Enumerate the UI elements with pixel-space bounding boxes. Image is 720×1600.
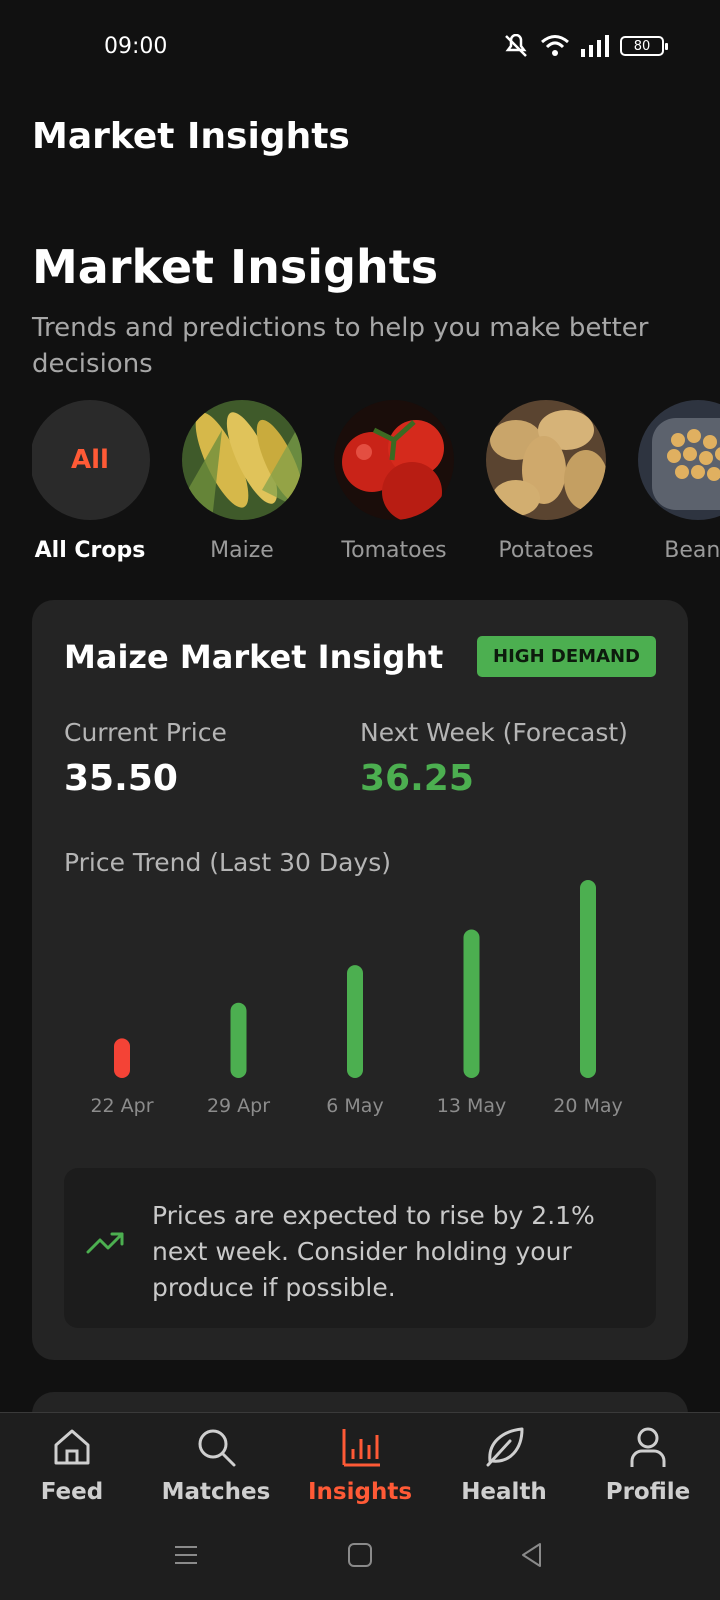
chart-x-tick-label: 29 Apr xyxy=(207,1095,270,1117)
crop-all-chip[interactable]: All xyxy=(32,400,150,520)
chart-x-tick-label: 20 May xyxy=(553,1095,623,1117)
crop-filter-potatoes[interactable]: Potatoes xyxy=(476,400,616,563)
bar-chart-icon xyxy=(342,1429,380,1467)
bottom-nav: Feed Matches Insights Health Profile xyxy=(0,1412,720,1600)
status-icons: 80 xyxy=(502,34,668,58)
nav-label: Profile xyxy=(605,1479,691,1505)
battery-icon: 80 xyxy=(620,36,668,56)
nav-feed[interactable]: Feed xyxy=(0,1425,144,1505)
nav-label: Feed xyxy=(40,1479,104,1505)
trending-up-icon xyxy=(86,1232,124,1254)
system-nav-bar xyxy=(0,1541,720,1581)
price-trend-chart: 22 Apr 29 Apr 6 May 13 May 20 May xyxy=(90,880,623,1117)
mute-icon xyxy=(505,34,527,57)
tomatoes-image[interactable] xyxy=(334,400,454,520)
app-title: Market Insights xyxy=(32,116,350,157)
chart-bar xyxy=(580,880,596,1078)
forecast-note-text: Prices are expected to rise by 2.1% next… xyxy=(152,1201,595,1302)
nav-matches[interactable]: Matches xyxy=(144,1425,288,1505)
card-title: Maize Market Insight xyxy=(64,638,444,676)
crop-label: All Crops xyxy=(34,538,146,563)
crop-label: Potatoes xyxy=(498,538,594,563)
crop-all-badge: All xyxy=(71,445,109,475)
current-price-label: Current Price xyxy=(64,718,227,747)
home-button-icon[interactable] xyxy=(346,1541,374,1569)
crop-label: Tomatoes xyxy=(341,538,447,563)
home-icon xyxy=(54,1429,90,1465)
menu-icon[interactable] xyxy=(172,1541,200,1569)
forecast-price-value: 36.25 xyxy=(360,758,474,799)
demand-badge: HIGH DEMAND xyxy=(477,636,656,677)
forecast-price-label: Next Week (Forecast) xyxy=(360,718,628,747)
battery-level: 80 xyxy=(633,38,651,54)
nav-profile[interactable]: Profile xyxy=(576,1425,720,1505)
search-icon xyxy=(198,1429,236,1467)
wifi-icon xyxy=(541,35,569,56)
crop-filter-all[interactable]: All All Crops xyxy=(32,400,160,563)
nav-health[interactable]: Health xyxy=(432,1425,576,1505)
nav-label: Insights xyxy=(307,1479,413,1505)
back-icon[interactable] xyxy=(518,1541,546,1569)
crop-filter-beans[interactable]: Beans xyxy=(628,400,720,563)
nav-label: Health xyxy=(461,1479,547,1505)
forecast-note: Prices are expected to rise by 2.1% next… xyxy=(64,1168,656,1328)
crop-filter-maize[interactable]: Maize xyxy=(172,400,312,563)
current-price-value: 35.50 xyxy=(64,758,178,799)
crop-filter-row: All All Crops Maize Tomatoes Potatoes Be… xyxy=(32,400,720,570)
chart-bar xyxy=(230,1002,247,1078)
status-time: 09:00 xyxy=(104,34,168,59)
leaf-icon xyxy=(486,1427,524,1467)
nav-insights[interactable]: Insights xyxy=(288,1425,432,1505)
chart-bar xyxy=(114,1038,130,1078)
potatoes-image[interactable] xyxy=(486,400,606,520)
beans-image[interactable] xyxy=(638,400,720,520)
crop-filter-tomatoes[interactable]: Tomatoes xyxy=(324,400,464,563)
chart-x-tick-label: 22 Apr xyxy=(90,1095,153,1117)
chart-x-tick-label: 13 May xyxy=(437,1095,507,1117)
nav-label: Matches xyxy=(161,1479,271,1505)
crop-label: Maize xyxy=(210,538,274,563)
maize-insight-card: Maize Market Insight HIGH DEMAND Current… xyxy=(32,600,688,1360)
page-subtitle: Trends and predictions to help you make … xyxy=(32,313,649,379)
chart-bar xyxy=(347,965,363,1078)
trend-label: Price Trend (Last 30 Days) xyxy=(64,848,391,877)
chart-x-tick-label: 6 May xyxy=(326,1095,383,1117)
signal-icon xyxy=(581,35,609,57)
status-bar: 09:00 80 xyxy=(0,0,720,96)
page-title: Market Insights xyxy=(32,240,439,294)
maize-image[interactable] xyxy=(182,400,302,520)
crop-label: Beans xyxy=(664,538,720,563)
chart-bar xyxy=(463,929,480,1078)
person-icon xyxy=(630,1427,666,1467)
